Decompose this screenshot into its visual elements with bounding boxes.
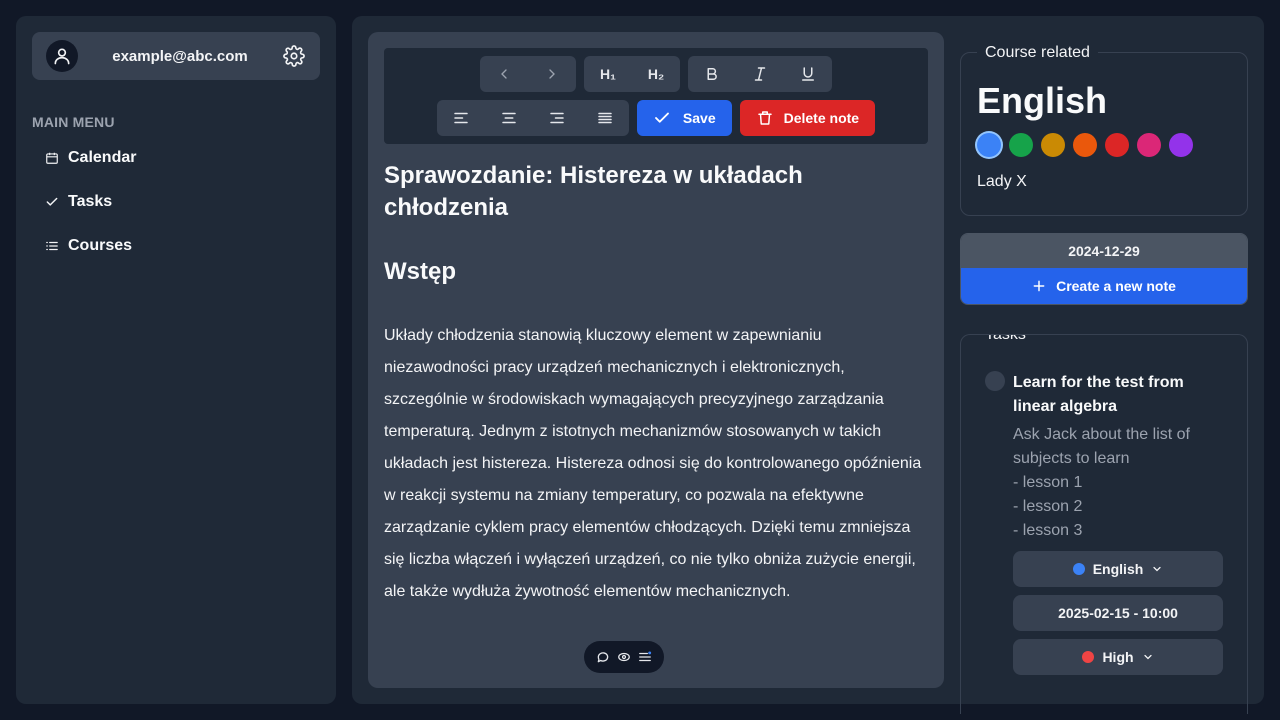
task-course-select[interactable]: English: [1013, 551, 1223, 587]
align-left-icon: [454, 112, 468, 124]
sidebar-item-label: Calendar: [68, 149, 137, 166]
color-swatch-blue[interactable]: [977, 133, 1001, 157]
user-email: example@abc.com: [112, 47, 248, 65]
bold-icon: [707, 68, 717, 80]
floating-menu: [584, 641, 664, 673]
chevron-down-icon: [1143, 654, 1152, 660]
sidebar: example@abc.com MAIN MENU Calendar Tasks…: [16, 16, 336, 704]
heading-group: H₁ H₂: [584, 56, 680, 92]
editor-toolbar: H₁ H₂ Save Delete note: [384, 48, 928, 144]
align-justify-button[interactable]: [581, 100, 629, 136]
priority-color-dot: [1082, 651, 1095, 663]
tasks-panel: Tasks Learn for the test from linear alg…: [960, 334, 1248, 714]
list-icon[interactable]: [638, 650, 652, 664]
create-note-label: Create a new note: [1056, 278, 1176, 294]
main-menu-title: MAIN MENU: [32, 114, 115, 130]
plus-icon: [1033, 280, 1045, 292]
save-label: Save: [682, 110, 716, 126]
redo-button[interactable]: [528, 56, 576, 92]
underline-button[interactable]: [784, 56, 832, 92]
avatar[interactable]: [46, 40, 78, 72]
create-note-button[interactable]: Create a new note: [961, 268, 1247, 304]
align-group: [436, 100, 629, 136]
align-left-button[interactable]: [437, 100, 485, 136]
task-priority-label: High: [1102, 649, 1134, 665]
right-column: Course related English Lady X 2024-12-29…: [960, 32, 1248, 714]
align-right-icon: [550, 112, 564, 124]
italic-icon: [754, 67, 766, 81]
save-button[interactable]: Save: [636, 100, 732, 136]
course-name: English: [977, 80, 1108, 121]
comment-icon[interactable]: [596, 650, 610, 664]
course-teacher: Lady X: [977, 173, 1027, 190]
task-course-label: English: [1092, 561, 1144, 577]
sidebar-item-tasks[interactable]: Tasks: [44, 186, 320, 218]
note-editor: H₁ H₂ Save Delete note Sprawozdanie: His…: [368, 32, 944, 688]
user-card: example@abc.com: [32, 32, 320, 80]
eye-icon[interactable]: [617, 650, 631, 664]
gear-icon: [283, 45, 305, 67]
history-group: [480, 56, 576, 92]
task-item: Learn for the test from linear algebra A…: [985, 371, 1223, 675]
align-center-icon: [502, 112, 516, 124]
task-title: Learn for the test from linear algebra: [1013, 374, 1184, 415]
course-legend: Course related: [977, 43, 1098, 63]
course-color-dot: [1072, 563, 1085, 575]
course-panel: Course related English Lady X: [960, 43, 1248, 216]
task-priority-select[interactable]: High: [1013, 639, 1223, 675]
check-icon: [654, 112, 669, 123]
delete-label: Delete note: [783, 110, 860, 126]
heading-2-button[interactable]: H₂: [632, 56, 680, 92]
sidebar-item-label: Courses: [68, 237, 133, 254]
settings-button[interactable]: [282, 44, 306, 68]
bold-button[interactable]: [688, 56, 736, 92]
color-swatches: [977, 133, 1231, 157]
sidebar-item-courses[interactable]: Courses: [44, 230, 320, 262]
align-center-button[interactable]: [485, 100, 533, 136]
color-swatch-red[interactable]: [1105, 133, 1129, 157]
format-group: [688, 56, 832, 92]
trash-icon: [757, 111, 772, 125]
task-due-date[interactable]: 2025-02-15 - 10:00: [1013, 595, 1223, 631]
color-swatch-yellow[interactable]: [1041, 133, 1065, 157]
tasks-legend: Tasks: [977, 335, 1034, 345]
chevron-left-icon: [501, 69, 507, 79]
note-title[interactable]: Sprawozdanie: Histereza w układach chłod…: [384, 160, 928, 224]
note-heading[interactable]: Wstęp: [384, 256, 928, 288]
align-justify-icon: [598, 112, 612, 124]
sidebar-item-label: Tasks: [68, 193, 113, 210]
color-swatch-orange[interactable]: [1073, 133, 1097, 157]
task-description: Ask Jack about the list of subjects to l…: [1013, 426, 1190, 539]
note-date[interactable]: 2024-12-29: [961, 234, 1247, 268]
chevron-down-icon: [1153, 566, 1161, 572]
main-panel: H₁ H₂ Save Delete note Sprawozdanie: His…: [352, 16, 1264, 714]
chevron-right-icon: [549, 69, 555, 79]
user-icon: [54, 48, 70, 65]
sidebar-item-calendar[interactable]: Calendar: [44, 142, 320, 174]
color-swatch-green[interactable]: [1009, 133, 1033, 157]
task-checkbox[interactable]: [985, 371, 1005, 391]
underline-icon: [802, 67, 814, 81]
note-date-panel: 2024-12-29 Create a new note: [960, 233, 1248, 305]
undo-button[interactable]: [480, 56, 528, 92]
align-right-button[interactable]: [533, 100, 581, 136]
italic-button[interactable]: [736, 56, 784, 92]
heading-1-button[interactable]: H₁: [584, 56, 632, 92]
note-body[interactable]: Układy chłodzenia stanowią kluczowy elem…: [384, 320, 928, 608]
check-icon: [44, 194, 60, 210]
color-swatch-purple[interactable]: [1169, 133, 1193, 157]
color-swatch-pink[interactable]: [1137, 133, 1161, 157]
calendar-icon: [44, 150, 60, 166]
delete-note-button[interactable]: Delete note: [739, 100, 876, 136]
list-icon: [44, 238, 60, 254]
